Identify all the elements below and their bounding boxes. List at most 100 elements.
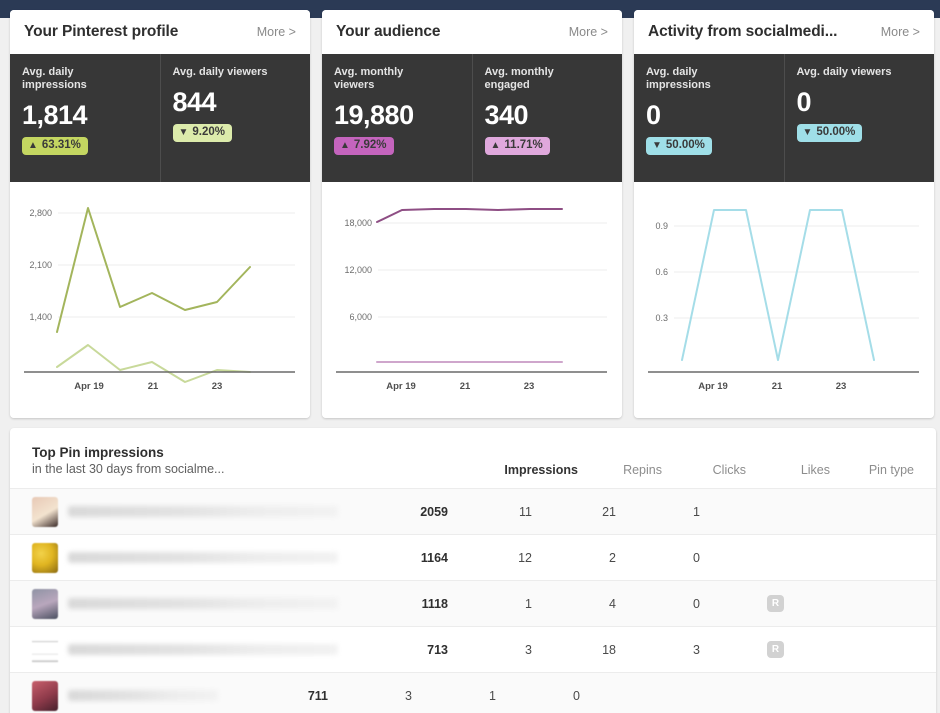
- cell-pin-type: [580, 687, 664, 704]
- table-title-block: Top Pin impressions in the last 30 days …: [32, 444, 468, 478]
- table-header: Top Pin impressions in the last 30 days …: [10, 428, 936, 488]
- column-header-impressions[interactable]: Impressions: [468, 463, 578, 478]
- stat-delta-badge: ▼ 50.00%: [646, 137, 712, 155]
- cell-impressions: 2059: [420, 504, 448, 519]
- table-title: Top Pin impressions: [32, 445, 164, 460]
- cell-likes: 0: [693, 596, 700, 611]
- card-header: Activity from socialmedi... More >: [634, 10, 934, 54]
- stat-value: 19,880: [334, 100, 414, 130]
- series-line-viewers: [56, 344, 251, 383]
- table-row[interactable]: 1118 1 4 0 R: [10, 580, 936, 626]
- cell-repins: 1: [525, 596, 532, 611]
- cell-impressions: 1118: [421, 596, 448, 611]
- column-header-likes[interactable]: Likes: [746, 463, 830, 478]
- x-tick-label: Apr 19: [386, 381, 416, 392]
- stat-delta-badge: ▼ 50.00%: [796, 124, 863, 142]
- x-tick-label: 21: [148, 381, 159, 392]
- stats-strip: Avg. daily impressions 0 ▼ 50.00% Avg. d…: [634, 54, 934, 182]
- stat-value: 0: [796, 87, 812, 117]
- card-pinterest-profile: Your Pinterest profile More > Avg. daily…: [10, 10, 310, 418]
- more-link[interactable]: More >: [881, 25, 920, 39]
- chart-activity-socialmedia: 0.9 0.6 0.3 Apr 19 21 23: [634, 182, 934, 418]
- cell-repins: 3: [525, 642, 532, 657]
- stat-label: Avg. daily viewers: [796, 66, 892, 78]
- table-row[interactable]: 713 3 18 3 R: [10, 626, 936, 672]
- cell-clicks: 21: [602, 504, 616, 519]
- table-row[interactable]: 1164 12 2 0: [10, 534, 936, 580]
- column-header-repins[interactable]: Repins: [578, 463, 662, 478]
- pin-thumbnail: [32, 680, 58, 711]
- y-tick-label: 18,000: [344, 218, 372, 228]
- table-subtitle: in the last 30 days from socialme...: [32, 462, 225, 476]
- more-link[interactable]: More >: [569, 25, 608, 39]
- stat-delta-value: 50.00%: [665, 139, 705, 151]
- pin-thumbnail: [32, 588, 58, 619]
- stat-label: Avg. daily impressions: [22, 66, 87, 91]
- stat-delta-value: 9.20%: [192, 126, 226, 138]
- stat-label: Avg. monthly engaged: [484, 66, 554, 91]
- y-tick-label: 2,800: [29, 208, 52, 218]
- table-row[interactable]: 2059 11 21 1: [10, 488, 936, 534]
- y-tick-label: 0.9: [655, 221, 668, 231]
- stat-value: 844: [172, 87, 217, 117]
- cell-likes: 1: [693, 504, 700, 519]
- cell-impressions: 711: [307, 688, 328, 703]
- cell-clicks: 4: [609, 596, 616, 611]
- table-row[interactable]: 711 3 1 0: [10, 672, 936, 713]
- y-tick-label: 6,000: [349, 312, 372, 322]
- cell-repins: 11: [519, 504, 532, 519]
- arrow-up-icon: ▲: [340, 139, 350, 151]
- cell-repins: 3: [405, 688, 412, 703]
- pin-title-redacted: [68, 552, 338, 563]
- top-pins-panel: Top Pin impressions in the last 30 days …: [10, 428, 936, 713]
- card-title: Activity from socialmedi...: [648, 23, 838, 40]
- y-tick-label: 12,000: [344, 265, 372, 275]
- cell-clicks: 18: [602, 642, 616, 657]
- stat-avg-daily-impressions: Avg. daily impressions 0 ▼ 50.00%: [634, 54, 784, 182]
- cell-impressions: 713: [427, 642, 448, 657]
- cell-likes: 0: [573, 688, 580, 703]
- more-link[interactable]: More >: [257, 25, 296, 39]
- pin-thumbnail: [32, 634, 58, 665]
- card-title: Your Pinterest profile: [24, 23, 179, 40]
- chart-your-audience: 18,000 12,000 6,000 Apr 19 21 23: [322, 182, 622, 418]
- stat-value: 1,814: [22, 100, 88, 130]
- stat-avg-monthly-viewers: Avg. monthly viewers 19,880 ▲ 7.92%: [322, 54, 472, 182]
- card-header: Your Pinterest profile More >: [10, 10, 310, 54]
- y-tick-label: 2,100: [29, 260, 52, 270]
- x-tick-label: Apr 19: [74, 381, 104, 392]
- x-tick-label: 23: [836, 381, 847, 392]
- cell-likes: 0: [693, 550, 700, 565]
- card-header: Your audience More >: [322, 10, 622, 54]
- x-tick-label: 21: [772, 381, 783, 392]
- stat-delta-badge: ▲ 63.31%: [22, 137, 88, 155]
- y-tick-label: 0.3: [655, 313, 668, 323]
- pin-thumbnail: [32, 542, 58, 573]
- y-tick-label: 0.6: [655, 267, 668, 277]
- arrow-down-icon: ▼: [802, 126, 813, 138]
- arrow-up-icon: ▲: [28, 139, 38, 151]
- line-chart-svg: 0.9 0.6 0.3 Apr 19 21 23: [648, 209, 919, 392]
- pin-title-redacted: [68, 598, 338, 609]
- line-chart-svg: 18,000 12,000 6,000 Apr 19 21 23: [336, 208, 607, 392]
- column-headers: Impressions Repins Clicks Likes Pin type: [468, 463, 914, 478]
- series-line-monthly-viewers: [376, 208, 563, 223]
- stat-delta-value: 11.71%: [504, 139, 543, 151]
- cell-pin-type: R: [700, 641, 784, 658]
- pin-title-redacted: [68, 644, 338, 655]
- stats-strip: Avg. daily impressions 1,814 ▲ 63.31% Av…: [10, 54, 310, 182]
- cell-pin-type: R: [700, 595, 784, 612]
- card-title: Your audience: [336, 23, 441, 40]
- repin-badge-icon: R: [767, 595, 784, 612]
- analytics-dashboard: Your Pinterest profile More > Avg. daily…: [0, 0, 940, 713]
- column-header-pin-type[interactable]: Pin type: [830, 463, 914, 478]
- stat-delta-badge: ▲ 11.71%: [484, 137, 550, 155]
- pin-thumbnail: [32, 496, 58, 527]
- cell-clicks: 1: [489, 688, 496, 703]
- stat-delta-value: 7.92%: [353, 139, 387, 151]
- arrow-down-icon: ▼: [652, 139, 662, 151]
- column-header-clicks[interactable]: Clicks: [662, 463, 746, 478]
- stat-delta-value: 50.00%: [816, 126, 856, 138]
- cell-pin-type: [700, 503, 784, 520]
- summary-cards-row: Your Pinterest profile More > Avg. daily…: [10, 10, 936, 418]
